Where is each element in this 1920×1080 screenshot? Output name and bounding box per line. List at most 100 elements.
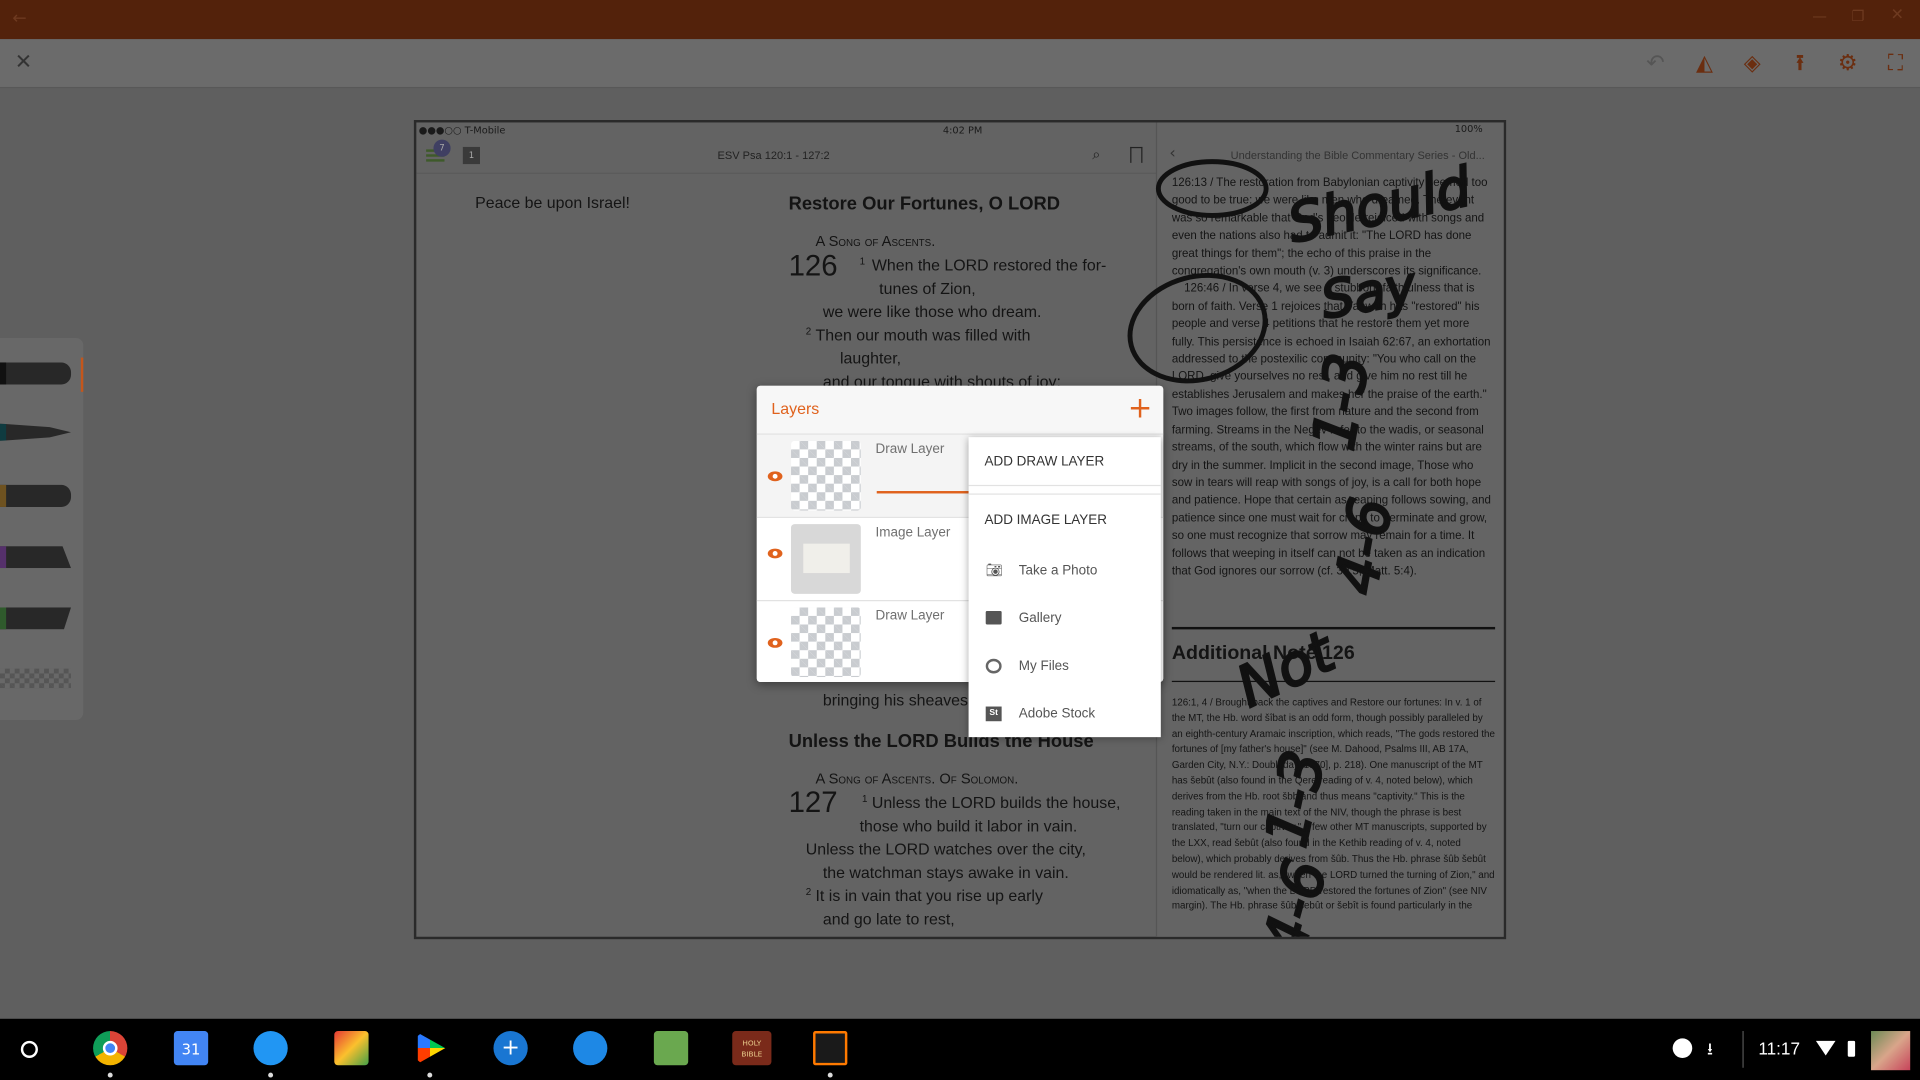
commentary-paragraph: 126:13 / The restoration from Babylonian…	[1171, 175, 1488, 277]
back-arrow-icon[interactable]: ←	[12, 9, 26, 29]
chapter-number: 127	[788, 786, 838, 820]
menu-label: Adobe Stock	[1018, 706, 1096, 722]
visibility-eye-icon[interactable]	[767, 548, 783, 559]
running-indicator	[827, 1072, 833, 1078]
heading: Restore Our Fortunes, O LORD	[788, 193, 1061, 215]
divider	[1171, 680, 1496, 683]
adobe-draw-icon[interactable]	[813, 1031, 848, 1066]
menu-label: My Files	[1018, 658, 1069, 674]
settings-gear-icon[interactable]: ⚙	[1833, 49, 1862, 78]
user-avatar[interactable]	[1871, 1031, 1911, 1071]
chapter-number: 126	[788, 249, 838, 283]
verse-number: 1	[859, 255, 866, 267]
slides-icon[interactable]	[334, 1031, 369, 1066]
close-window-icon[interactable]: ✕	[1891, 6, 1904, 24]
menu-label: Gallery	[1018, 611, 1062, 626]
verse-line: tunes of Zion,	[879, 279, 976, 298]
status-time: 4:02 PM	[942, 124, 983, 136]
commentary-paragraph: 126:46 / In verse 4, we see a stubborn f…	[1171, 280, 1491, 577]
menu-item-gallery[interactable]: Gallery	[969, 605, 1161, 634]
brush-tapered[interactable]	[0, 423, 72, 441]
wifi-icon[interactable]	[1815, 1040, 1836, 1056]
clock[interactable]: 11:17	[1758, 1038, 1800, 1058]
fullscreen-icon[interactable]: ⛶	[1881, 49, 1910, 78]
layers-title: Layers	[771, 399, 820, 418]
adobe-stock-icon: St	[985, 706, 1002, 722]
verse-number: 1	[862, 793, 868, 805]
divider	[968, 493, 1161, 495]
notification-badge: 7	[433, 139, 451, 157]
tab-number[interactable]: 1	[462, 146, 481, 165]
song-title: A Song of Ascents. Of Solomon.	[815, 770, 1019, 788]
running-indicator	[427, 1072, 433, 1078]
app-toolbar: ✕ ↶ ◭ ◈ ⭱ ⚙ ⛶	[0, 39, 1920, 89]
title-bar: ← — ❐ ✕	[0, 0, 1920, 40]
layer-name: Draw Layer	[875, 608, 945, 624]
layer-thumbnail	[791, 440, 861, 511]
visibility-eye-icon[interactable]	[767, 637, 783, 648]
running-indicator	[268, 1072, 274, 1078]
visibility-eye-icon[interactable]	[767, 471, 783, 482]
shapes-icon[interactable]: ◭	[1690, 49, 1719, 78]
menu-item-adobe-stock[interactable]: St Adobe Stock	[969, 700, 1161, 729]
divider	[1742, 1031, 1744, 1068]
verse-line: Unless the LORD builds the house,	[871, 793, 1121, 812]
play-store-icon[interactable]	[417, 1032, 446, 1064]
note-heading: Additional Note 126	[1171, 642, 1355, 664]
battery-icon[interactable]	[1847, 1040, 1856, 1057]
selected-indicator	[80, 357, 84, 392]
files-icon[interactable]	[253, 1031, 288, 1066]
layer-name: Image Layer	[875, 525, 951, 541]
layer-name: Draw Layer	[875, 442, 945, 457]
reference-selector[interactable]: ESV Psa 120:1 - 127:2	[718, 149, 830, 161]
layer-selected-underline	[876, 491, 975, 494]
layer-thumbnail	[791, 607, 861, 678]
verse-line: It is in vain that you rise up early	[815, 886, 1043, 905]
verse-line: those who build it labor in vain.	[859, 816, 1078, 836]
notification-icon[interactable]	[1672, 1038, 1693, 1058]
commentary-title: Understanding the Bible Commentary Serie…	[1230, 149, 1485, 162]
taskbar: 31 + HOLY BIBLE ⭳ 11:17	[0, 1018, 1920, 1080]
carrier-status: ●●●○○ T-Mobile	[418, 124, 506, 136]
brush-marker[interactable]	[0, 484, 72, 507]
add-draw-layer-item[interactable]: ADD DRAW LAYER	[968, 437, 1161, 487]
bookmark-icon[interactable]	[1130, 146, 1143, 163]
verse-line: we were like those who dream.	[822, 302, 1042, 321]
verse-line: Unless the LORD watches over the city,	[805, 840, 1086, 859]
menu-label: ADD DRAW LAYER	[984, 454, 1105, 469]
layers-icon[interactable]: ◈	[1738, 49, 1767, 78]
verse-line: Then our mouth was filled with	[815, 325, 1031, 345]
close-icon[interactable]: ✕	[15, 50, 32, 74]
brush-calligraphy[interactable]	[0, 607, 72, 630]
bookmark-app-icon[interactable]	[573, 1031, 608, 1066]
add-app-icon[interactable]: +	[493, 1031, 528, 1066]
holy-bible-icon[interactable]: HOLY BIBLE	[732, 1031, 772, 1066]
menu-item-take-photo[interactable]: 📷︎ Take a Photo	[969, 557, 1161, 586]
calendar-icon[interactable]: 31	[173, 1031, 209, 1066]
add-layer-plus-icon[interactable]: +	[1128, 391, 1153, 425]
launcher-icon[interactable]	[20, 1040, 38, 1058]
minimize-icon[interactable]: —	[1812, 7, 1827, 24]
brush-chisel[interactable]	[0, 546, 72, 569]
menu-item-my-files[interactable]: My Files	[969, 653, 1161, 682]
verse-number: 2	[805, 886, 812, 898]
running-indicator	[107, 1072, 113, 1078]
bible-header: 7 1 ESV Psa 120:1 - 127:2 ⌕	[416, 139, 1156, 174]
eraser-tool[interactable]	[0, 668, 72, 689]
menu-label: ADD IMAGE LAYER	[984, 513, 1107, 528]
bible-study-icon[interactable]	[653, 1031, 689, 1066]
download-icon[interactable]: ⭳	[1707, 1036, 1713, 1065]
restore-icon[interactable]: ❐	[1851, 7, 1864, 24]
add-image-layer-item[interactable]: ADD IMAGE LAYER	[969, 506, 1161, 538]
undo-icon[interactable]: ↶	[1641, 49, 1670, 78]
upload-icon[interactable]: ⭱	[1785, 49, 1814, 78]
gallery-icon	[985, 611, 1002, 625]
add-layer-menu: ADD DRAW LAYER ADD IMAGE LAYER 📷︎ Take a…	[968, 437, 1161, 738]
verse-line: the watchman stays awake in vain.	[822, 863, 1069, 882]
search-icon[interactable]: ⌕	[1092, 146, 1100, 164]
back-chevron-icon[interactable]: ‹	[1169, 144, 1175, 162]
brush-pen[interactable]	[0, 362, 72, 385]
divider	[1171, 626, 1496, 630]
verse-text: Peace be upon Israel!	[475, 193, 630, 212]
chrome-icon[interactable]	[93, 1031, 128, 1066]
